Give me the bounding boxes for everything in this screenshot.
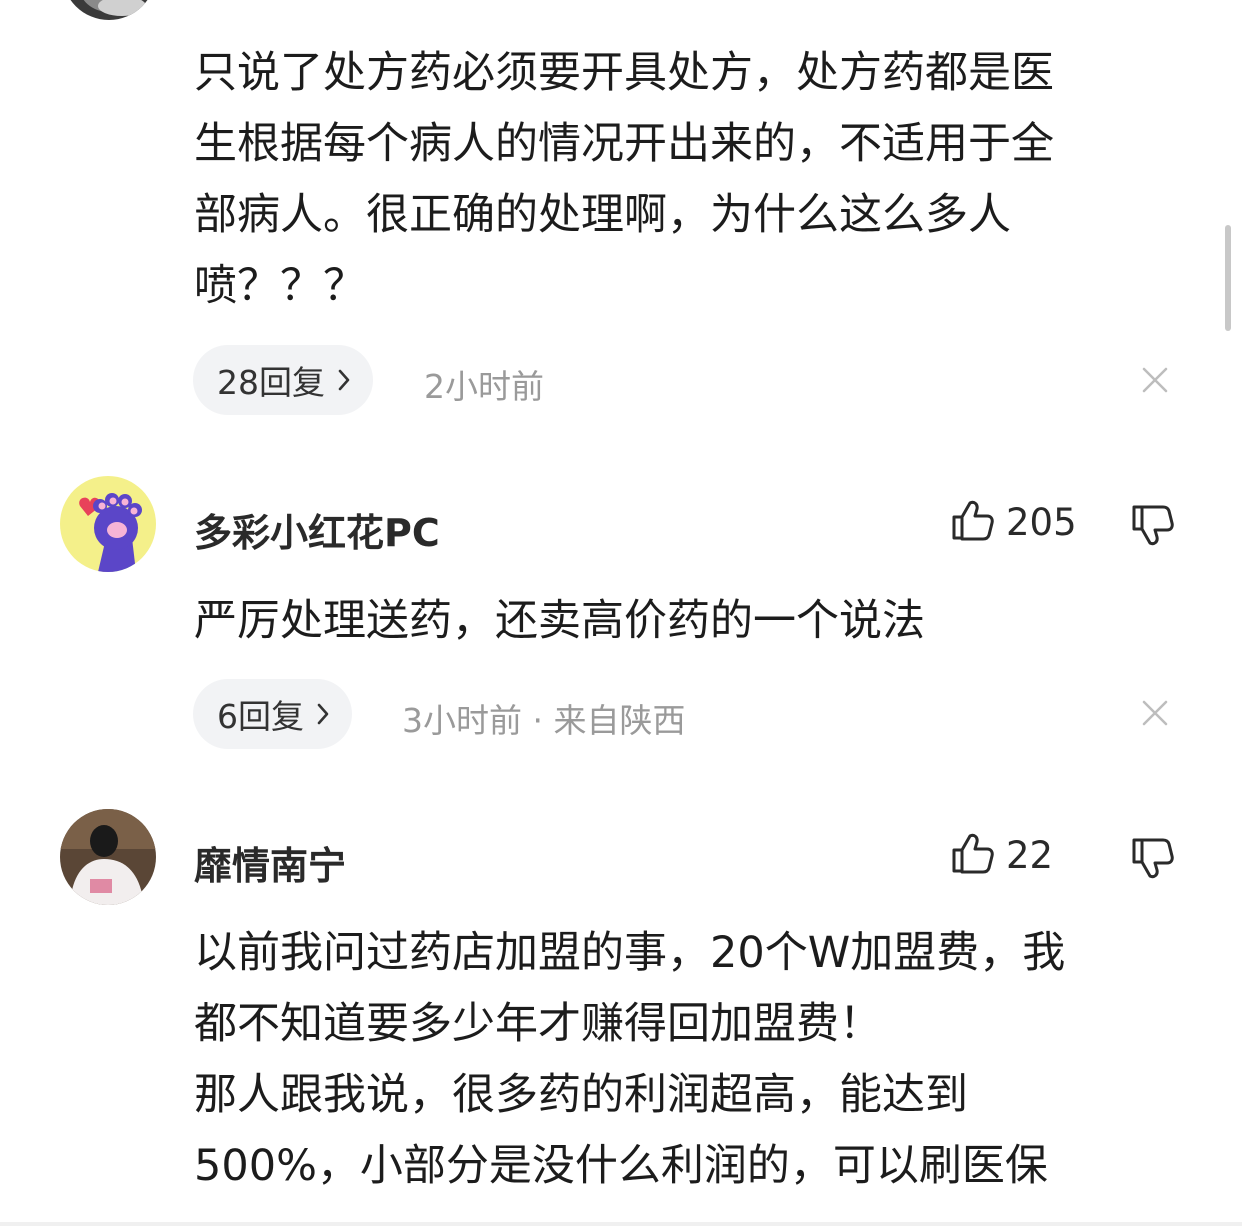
dislike-button[interactable] [1130,503,1174,551]
like-count: 205 [1006,500,1077,544]
chevron-right-icon [316,702,330,726]
comment-line: 只说了处方药必须要开具处方，处方药都是医 [194,48,1054,98]
person-photo-avatar [60,809,156,905]
avatar[interactable] [60,809,156,905]
comment-line: 生根据每个病人的情况开出来的，不适用于全 [194,119,1054,169]
comment-meta: 2小时前 [424,367,544,406]
thumbs-up-icon [950,498,994,546]
comment-line: 部病人。很正确的处理啊，为什么这么多人 [194,190,1011,240]
replies-button[interactable]: 6回复 [193,679,352,749]
bottom-divider [0,1222,1242,1226]
comment-line: 严厉处理送药，还卖高价药的一个说法 [194,596,925,646]
comment-line: 那人跟我说，很多药的利润超高，能达到 [194,1070,968,1120]
thumbs-up-icon [950,831,994,879]
replies-label: 6回复 [217,697,304,736]
replies-label: 28回复 [217,363,325,402]
thumbs-down-icon [1132,505,1174,546]
scrollbar[interactable] [1225,225,1231,331]
username[interactable]: 靡情南宁 [194,835,346,890]
avatar-previous-user[interactable] [62,0,156,20]
replies-button[interactable]: 28回复 [193,345,373,415]
username[interactable]: 多彩小红花PC [194,502,440,557]
person-photo-icon [83,0,146,16]
avatar[interactable] [60,476,156,572]
comment-line: 以前我问过药店加盟的事，20个W加盟费，我 [194,928,1066,978]
close-icon[interactable] [1140,698,1170,728]
like-count: 22 [1006,833,1054,877]
comment-line: 喷？？？ [194,261,366,311]
close-icon[interactable] [1140,365,1170,395]
comment-line: 500%，小部分是没什么利润的，可以刷医保 [194,1141,1048,1191]
comment-line: 都不知道要多少年才赚得回加盟费！ [194,999,882,1049]
comment-text: 严厉处理送药，还卖高价药的一个说法 [194,586,1194,657]
like-button[interactable]: 22 [950,831,1053,879]
comment-meta: 3小时前 · 来自陕西 [402,701,686,740]
dislike-button[interactable] [1130,836,1174,884]
like-button[interactable]: 205 [950,498,1077,546]
comment-text: 只说了处方药必须要开具处方，处方药都是医 生根据每个病人的情况开出来的，不适用于… [194,38,1194,322]
chevron-right-icon [337,368,351,392]
thumbs-down-icon [1132,838,1174,879]
comment-text: 以前我问过药店加盟的事，20个W加盟费，我 都不知道要多少年才赚得回加盟费！ 那… [194,918,1194,1202]
paw-avatar-icon [79,493,152,572]
